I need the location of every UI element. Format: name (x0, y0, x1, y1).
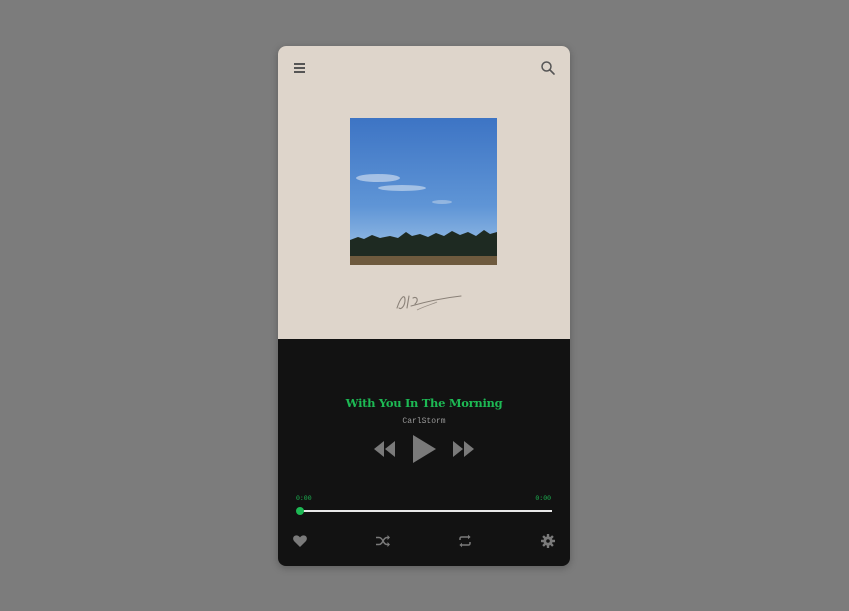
search-button[interactable] (540, 60, 556, 76)
album-art (350, 118, 497, 265)
fast-forward-button[interactable] (451, 440, 475, 463)
search-icon (541, 61, 555, 75)
heart-icon (293, 535, 307, 547)
menu-button[interactable] (292, 60, 308, 76)
playback-controls (278, 434, 570, 464)
duration-time: 0:00 (535, 495, 551, 502)
progress-bar[interactable] (296, 507, 552, 515)
rewind-button[interactable] (373, 440, 397, 463)
music-player-card: With You In The Morning CarlStorm 0:00 0… (278, 46, 570, 566)
menu-icon (294, 63, 305, 65)
play-button[interactable] (411, 434, 437, 469)
menu-icon-line (294, 67, 305, 69)
song-title: With You In The Morning (345, 396, 503, 410)
bottom-toolbar (278, 533, 570, 549)
play-icon (413, 435, 436, 463)
shuffle-icon (376, 535, 390, 547)
cover-area (278, 46, 570, 339)
progress-knob[interactable] (296, 507, 304, 515)
menu-icon-line (294, 71, 305, 73)
gear-icon (541, 534, 555, 548)
elapsed-time: 0:00 (296, 495, 312, 502)
signature-logo (396, 295, 462, 311)
repeat-icon (459, 534, 471, 548)
like-button[interactable] (292, 533, 308, 549)
fast-forward-icon (453, 441, 474, 457)
rewind-icon (374, 441, 395, 457)
settings-button[interactable] (540, 533, 556, 549)
repeat-button[interactable] (457, 533, 473, 549)
artist-name: CarlStorm (402, 417, 446, 426)
shuffle-button[interactable] (375, 533, 391, 549)
